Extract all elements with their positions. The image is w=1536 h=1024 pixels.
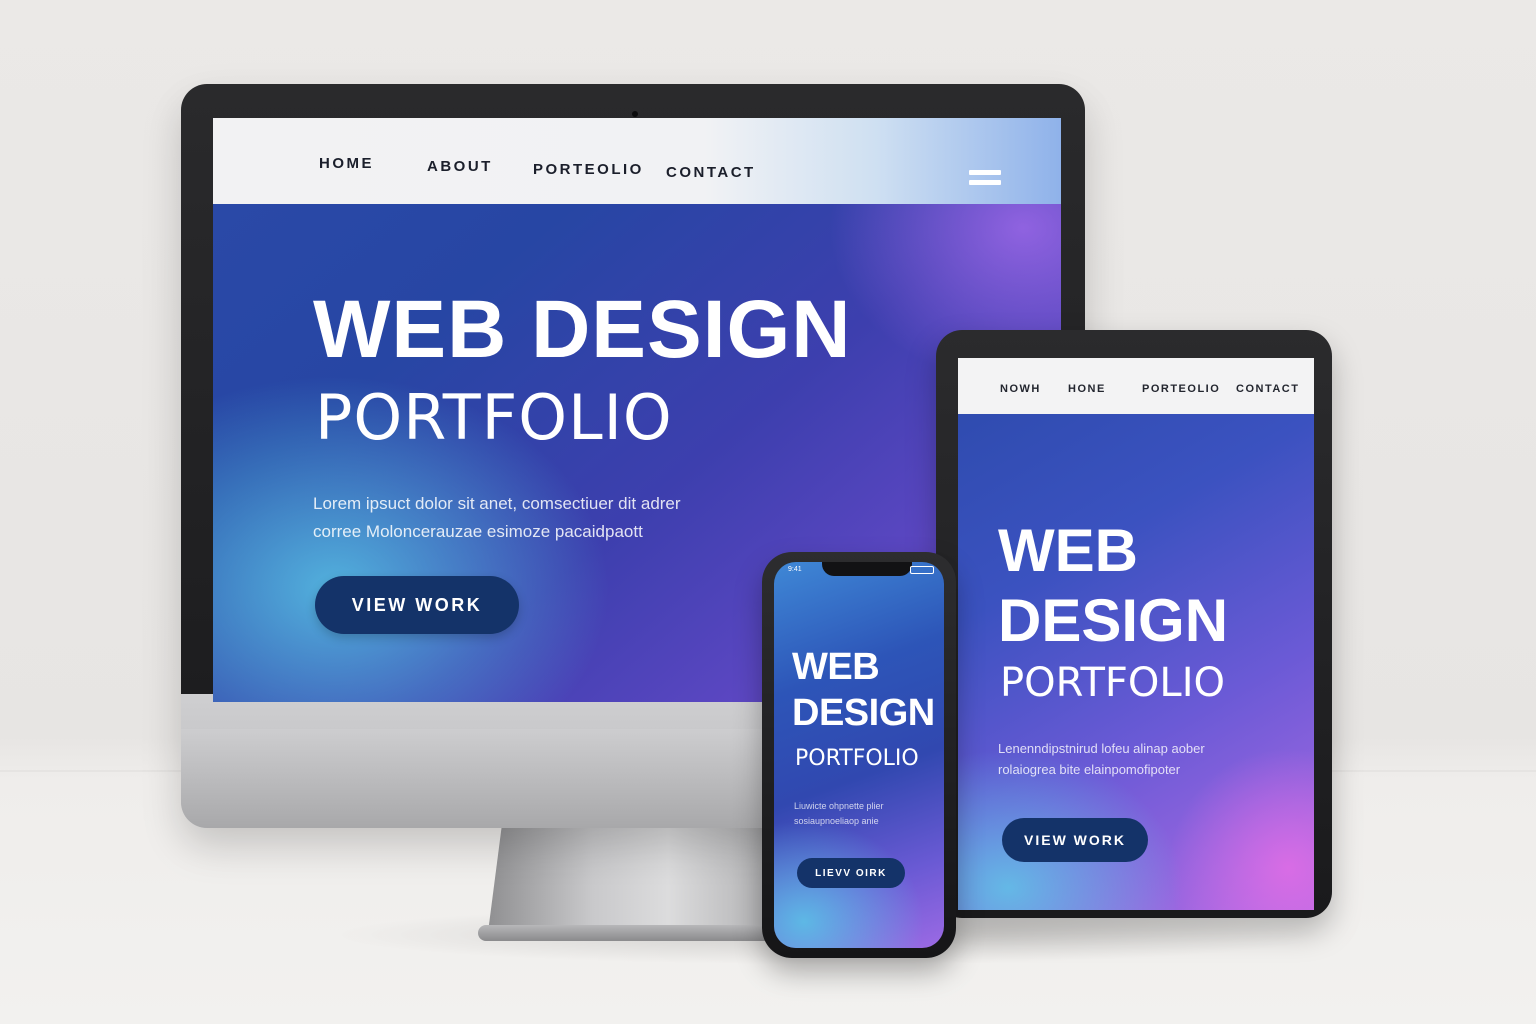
tablet-screen: NOWH HONE PORTEOLIO CONTACT WEB DESIGN P… (958, 358, 1314, 910)
tablet-hero-title-line: DESIGN (998, 587, 1229, 654)
hero-description: Lorem ipsuct dolor sit anet, comsectiuer… (313, 490, 733, 546)
phone-hero-title-line: DESIGN (792, 692, 935, 734)
view-work-button[interactable]: VIEW WORK (315, 576, 519, 634)
hero-subtitle: PORTFOLIO (315, 381, 673, 454)
nav-home-link[interactable]: HOME (319, 155, 374, 172)
tablet-hero-description-line: Lenenndipstnirud lofeu alinap aober (998, 741, 1205, 756)
phone-hero-description-line: sosiaupnoeliaop anie (794, 816, 879, 826)
phone-hero-description: Liuwicte ohpnette plier sosiaupnoeliaop … (794, 799, 924, 829)
tablet-hero-title-line: WEB (998, 517, 1138, 584)
nav-contact-link[interactable]: CONTACT (666, 164, 756, 181)
phone-hero-title: WEB DESIGN (792, 644, 935, 736)
tablet-nav-link-1[interactable]: NOWH (1000, 383, 1041, 395)
desktop-nav-bar: HOME ABOUT PORTEOLIO CONTACT (213, 118, 1061, 204)
battery-icon (910, 566, 934, 574)
camera-icon (632, 111, 638, 117)
hamburger-menu-icon[interactable] (969, 170, 1001, 190)
phone-screen: 9:41 WEB DESIGN PORTFOLIO Liuwicte ohpne… (774, 562, 944, 948)
hero-title: WEB DESIGN (313, 284, 852, 375)
hero-description-line: Lorem ipsuct dolor sit anet, comsectiuer… (313, 494, 681, 513)
tablet-view-work-button[interactable]: VIEW WORK (1002, 818, 1148, 862)
tablet-nav-bar: NOWH HONE PORTEOLIO CONTACT (958, 358, 1314, 414)
tablet-hero-description: Lenenndipstnirud lofeu alinap aober rola… (998, 738, 1248, 780)
tablet-nav-link-2[interactable]: HONE (1068, 383, 1106, 395)
phone-hero-description-line: Liuwicte ohpnette plier (794, 801, 884, 811)
tablet-nav-portfolio-link[interactable]: PORTEOLIO (1142, 383, 1220, 395)
status-time: 9:41 (788, 566, 802, 573)
tablet-hero-title: WEB DESIGN (998, 516, 1228, 656)
nav-portfolio-link[interactable]: PORTEOLIO (533, 161, 644, 178)
phone-hero-title-line: WEB (792, 646, 880, 688)
phone-notch (822, 562, 912, 576)
nav-about-link[interactable]: ABOUT (427, 158, 493, 175)
tablet-nav-contact-link[interactable]: CONTACT (1236, 383, 1299, 395)
tablet-hero-description-line: rolaiogrea bite elainpomofipoter (998, 762, 1181, 777)
phone-device: 9:41 WEB DESIGN PORTFOLIO Liuwicte ohpne… (762, 552, 956, 958)
tablet-device: NOWH HONE PORTEOLIO CONTACT WEB DESIGN P… (936, 330, 1332, 918)
phone-view-work-button[interactable]: LIEVV OIRK (797, 858, 905, 888)
hero-description-line: corree Moloncerauzae esimoze pacaidpaott (313, 522, 643, 541)
tablet-hero-subtitle: PORTFOLIO (1000, 660, 1225, 706)
phone-hero-subtitle: PORTFOLIO (795, 746, 919, 771)
monitor-stand-base (478, 925, 798, 941)
